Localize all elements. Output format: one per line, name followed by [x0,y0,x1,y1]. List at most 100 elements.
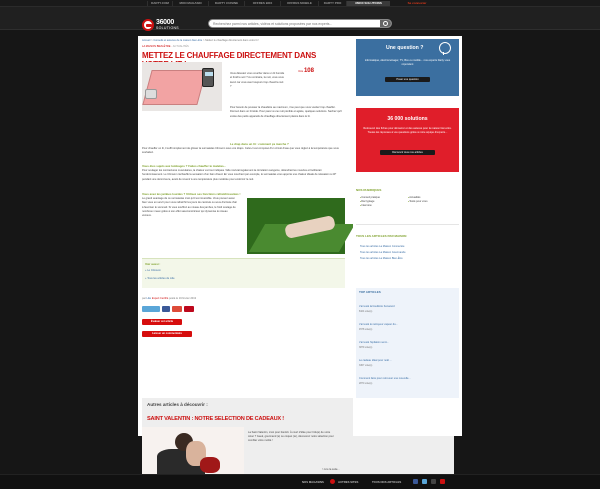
question-box: Une question ? informatique, électroména… [356,39,459,96]
question-desc: informatique, électroménager, TV, Box ou… [364,59,451,66]
top-article-votes: 2870 vote(s) [359,382,373,385]
logo-word: SOLUTIONS [156,26,179,30]
darty-logo-icon [142,19,154,31]
roses-shape [200,457,220,473]
divider [356,224,459,225]
category-label[interactable]: LA MAISON BIEN-ÊTRE [142,45,171,48]
featured-article-desc: La Saint Valentin, c'est pour bientôt. À… [248,431,334,443]
see-also-link-climsom[interactable]: + Le Climsom [145,269,161,272]
rubriques-title: NOS RUBRIQUES [356,188,382,192]
top-article-link[interactable]: J'ai testé le nettoyeur vapeur du... [359,323,398,326]
breadcrumb-section[interactable]: Conseils et astuces de la maison bien-êt… [153,39,202,42]
all-articles-bien-etre[interactable]: Tous les articles La Maison Bien-Être [360,257,403,260]
vote-count: 108 [303,68,314,74]
featured-article-title[interactable]: SAINT VALENTIN : NOTRE SELECTION DE CADE… [147,416,284,422]
all-articles-connectee[interactable]: Tous les articles La Maison Connectée [360,245,404,248]
breadcrumb-home[interactable]: Accueil [142,39,150,42]
legs-on-mattress-image [247,198,356,254]
footer-autres-sites[interactable]: AUTRES SITES [338,480,358,484]
site-logo[interactable]: 36000 SOLUTIONS [142,19,192,31]
read-more-link[interactable]: > Lire la suite... [322,468,340,471]
ask-question-button[interactable]: Poser une question [385,77,430,82]
nav-mon-magasin[interactable]: MON MAGASIN [172,1,208,6]
top-article-link[interactable]: Comment faire pour retrouver une nouvell… [359,377,411,380]
logo-number: 36000 [156,19,174,26]
twitter-icon[interactable] [422,479,427,484]
vote-label: Vote [298,70,304,73]
chat-bubble-icon [439,42,451,55]
search-bar [208,19,392,28]
top-articles-title: TOP ARTICLES [359,290,381,294]
rss-icon[interactable] [431,479,436,484]
nav-darty[interactable]: DARTY.COM [147,1,172,6]
site-header: 36000 SOLUTIONS [0,7,600,31]
nav-36000-solutions[interactable]: 36000 SOLUTIONS [346,1,390,6]
evaluate-button[interactable]: Évaluer cet article [142,319,182,325]
youtube-icon[interactable] [440,479,445,484]
solutions-title: 36 000 solutions [387,116,428,122]
social-share-bar [142,306,212,312]
see-also-box: Voir aussi : + Le Climsom + Tous les art… [142,258,345,288]
top-article-votes: 4578 vote(s) [359,328,373,331]
section1-title: Le drap dans un lit : comment ça marche … [230,142,289,146]
heated-pad [142,70,207,105]
section2-title: Vous êtes sujets aux lumbagos ? Faites c… [142,164,226,168]
section1-text: Pour chauffer un lit, il suffit simpleme… [142,147,339,155]
breadcrumb-current: Mettez le chauffage directement dans vot… [205,39,259,42]
top-article-link[interactable]: Le cadeau idéal pour noël ... [359,359,392,362]
solutions-box: 36 000 solutions Retrouvez des fiches po… [356,108,459,172]
pinterest-icon[interactable] [184,306,194,312]
vote-counter[interactable]: Vote 108 [298,68,314,74]
valentine-couple-image[interactable] [142,427,244,474]
section3-title: Vous avez les jambes lourdes ? Utilisez … [142,192,241,196]
solutions-desc: Retrouvez des fiches pour démarrer et de… [363,127,452,134]
nav-mobile[interactable]: OFFRES MOBILE [280,1,318,6]
sidebar: Une question ? informatique, électroména… [353,36,462,436]
nav-box[interactable]: OFFRES BOX [244,1,280,6]
section3-text: Le grand avantage de ce surmatelas c'est… [142,197,237,218]
nav-cuisine[interactable]: DARTY CUISINE [208,1,244,6]
search-input[interactable] [213,20,379,27]
see-also-title: Voir aussi : [145,262,161,266]
top-navigation: DARTY.COM MON MAGASIN DARTY CUISINE OFFR… [0,0,600,7]
other-articles-title: Autres articles à découvrir : [147,402,208,407]
site-footer: NOS MAGASINS AUTRES SITES TOUS NOS ARTIC… [0,474,600,489]
darty-footer-icon [330,479,335,484]
facebook-icon[interactable] [162,306,170,312]
heating-mattress-image [142,62,222,111]
remote-control [202,68,214,87]
author-name[interactable]: Lilie [146,297,151,300]
footer-magasins[interactable]: NOS MAGASINS [302,480,324,484]
nav-pro[interactable]: DARTY PRO [318,1,346,6]
footer-tous-articles[interactable]: TOUS NOS ARTICLES [372,480,401,484]
top-article-votes: 8104 vote(s) [359,310,373,313]
top-article-votes: 3307 vote(s) [359,364,373,367]
search-icon[interactable] [380,20,391,27]
category-tag: ACTUALITÉS [172,45,189,48]
section2-text: Pour soulager les contractures musculair… [142,169,337,181]
intro-paragraph: Vous détestez vous coucher dans un lit h… [230,72,285,88]
google-plus-icon[interactable] [172,306,182,312]
top-article-link[interactable]: J'ai testé l'épilation semi... [359,341,389,344]
top-article-votes: 3879 vote(s) [359,346,373,349]
tweet-icon[interactable] [142,306,160,312]
facebook-icon[interactable] [413,479,418,484]
question-title: Une question ? [386,45,424,51]
author-role: Expert Certifié [151,297,169,300]
comment-button[interactable]: Laisser un commentaire [142,331,192,337]
author-line: par Lilie Expert Certifié posté le 19 fé… [142,297,196,300]
all-articles-title: TOUS LES ARTICLES PAR MAISON [356,234,407,238]
top-articles-box: TOP ARTICLES J'ai testé la bouilloire Ke… [356,288,459,398]
see-also-link-lilie[interactable]: + Tous les articles de Lilie [145,277,175,280]
intro-paragraph-2: Pour besoin de pousser la chaudière au m… [230,106,342,118]
control-unit [145,89,157,99]
discover-articles-button[interactable]: Découvrir tous nos articles [380,150,435,155]
breadcrumb: Accueil > Conseils et astuces de la mais… [142,39,259,42]
article-category: LA MAISON BIEN-ÊTRE · ACTUALITÉS [142,45,189,48]
all-articles-gourmande[interactable]: Tous les articles La Maison Gourmande [360,251,406,254]
rubrique-teste[interactable]: Testé pour vous [408,200,458,204]
rubrique-interview[interactable]: Interview [360,204,410,208]
top-article-link[interactable]: J'ai testé la bouilloire Kenwood [359,305,395,308]
author-date: posté le 19 février 2013 [169,297,197,300]
login-link[interactable]: Se connecter [400,1,434,6]
